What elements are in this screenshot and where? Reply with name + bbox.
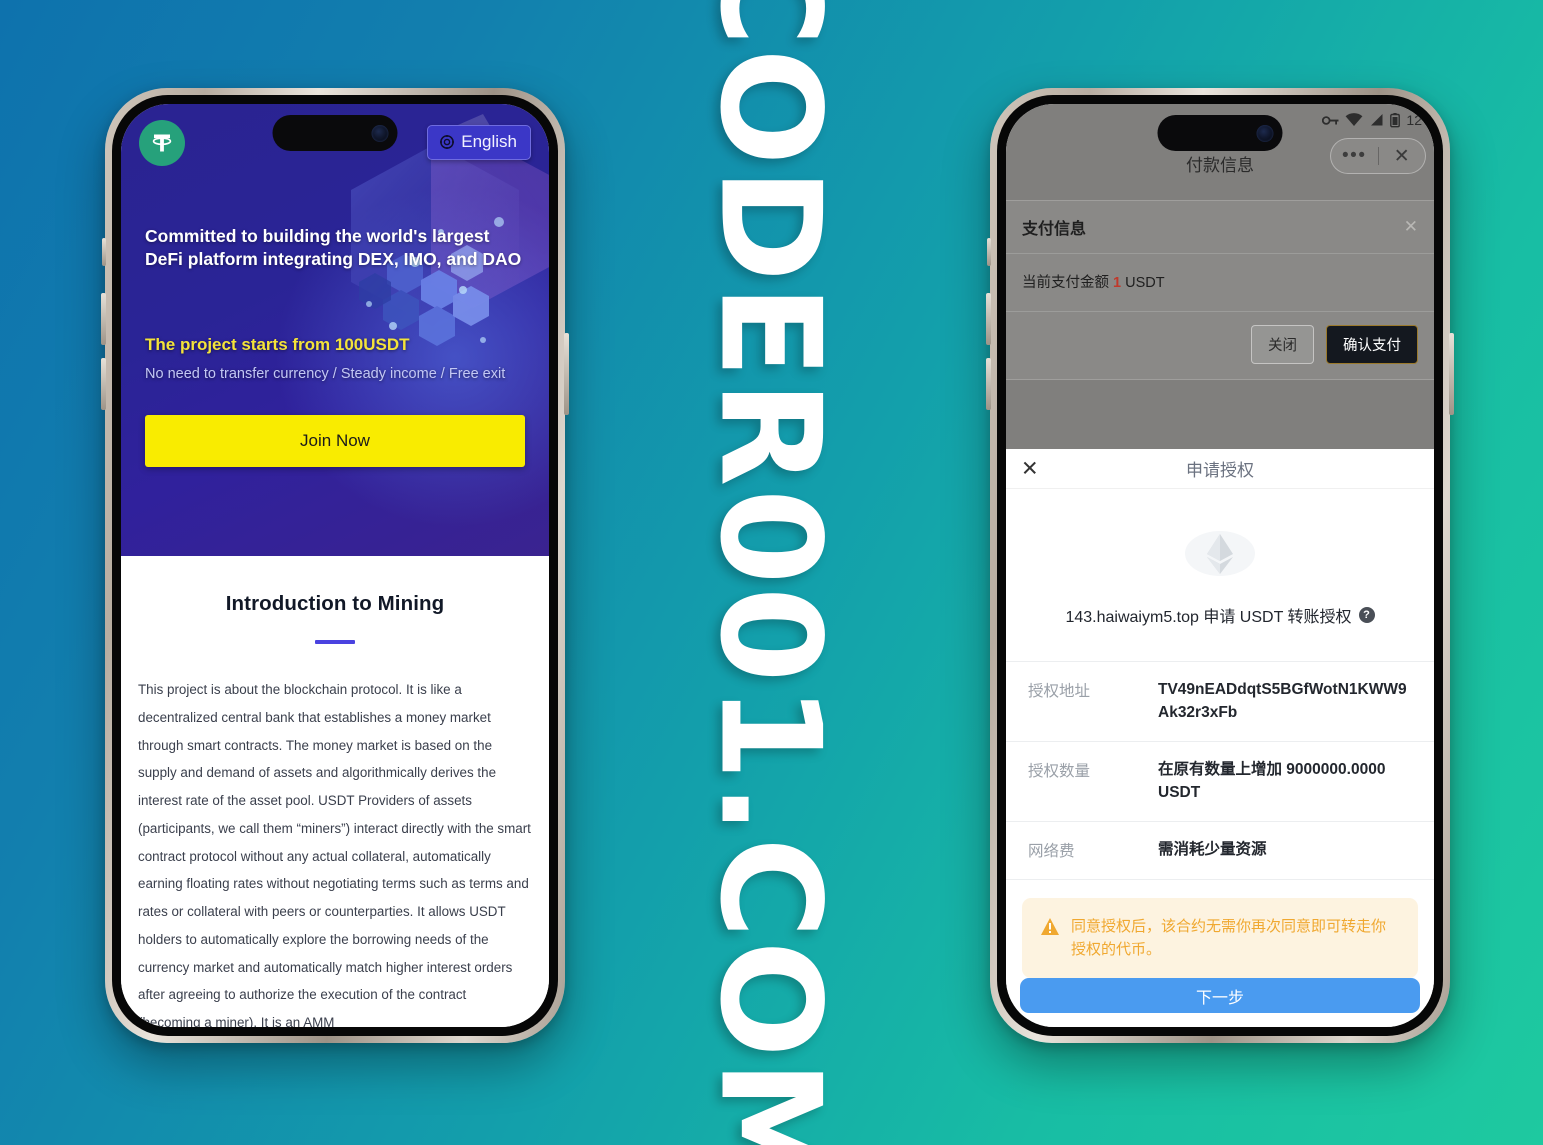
hero-subtitle: The project starts from 100USDT <box>145 335 410 355</box>
phone-right-bezel: 12 付款信息 ••• ✕ 支付信息 ✕ 当前支付金额 1 USDT 关闭 确认… <box>997 95 1443 1036</box>
phone-left-power-button[interactable] <box>564 333 569 415</box>
phone-right-volume-up[interactable] <box>986 293 991 345</box>
front-camera-icon <box>1256 124 1274 142</box>
dynamic-island <box>272 115 398 151</box>
screenshot-stage: CODER001.COM English Committed to buildi… <box>0 0 1543 1145</box>
payment-dialog-header: 支付信息 ✕ <box>1006 201 1434 254</box>
table-row: 授权地址 TV49nEADdqtS5BGfWotN1KWW9Ak32r3xFb <box>1006 661 1434 741</box>
authorization-close-icon[interactable]: ✕ <box>1021 458 1039 479</box>
row-value: TV49nEADdqtS5BGfWotN1KWW9Ak32r3xFb <box>1158 681 1407 721</box>
payment-dialog-close-icon[interactable]: ✕ <box>1404 217 1418 237</box>
next-step-button[interactable]: 下一步 <box>1020 978 1420 1014</box>
authorization-description: 143.haiwaiym5.top 申请 USDT 转账授权 <box>1065 609 1352 627</box>
intro-body-text: This project is about the blockchain pro… <box>138 682 531 1027</box>
authorization-sheet: ✕ 申请授权 143.haiwaiym5.top 申请 USDT 转账授权 ? … <box>1006 449 1434 1027</box>
authorization-detail-rows: 授权地址 TV49nEADdqtS5BGfWotN1KWW9Ak32r3xFb … <box>1006 661 1434 880</box>
payment-dialog-actions: 关闭 确认支付 <box>1006 312 1434 379</box>
phone-right-power-button[interactable] <box>1449 333 1454 415</box>
intro-title: Introduction to Mining <box>225 592 445 615</box>
row-key: 授权数量 <box>1028 763 1091 781</box>
phone-left-volume-up[interactable] <box>101 293 106 345</box>
payment-cancel-button[interactable]: 关闭 <box>1251 325 1314 364</box>
phone-right-volume-down[interactable] <box>986 358 991 410</box>
phone-right-screen: 12 付款信息 ••• ✕ 支付信息 ✕ 当前支付金额 1 USDT 关闭 确认… <box>1006 104 1434 1027</box>
status-bar-clock: 12 <box>1406 112 1422 128</box>
dynamic-island <box>1157 115 1283 151</box>
wifi-icon <box>1346 113 1363 126</box>
authorization-description-row: 143.haiwaiym5.top 申请 USDT 转账授权 ? <box>1018 603 1422 627</box>
hero-subtext: No need to transfer currency / Steady in… <box>145 366 506 383</box>
payment-confirm-button[interactable]: 确认支付 <box>1326 325 1418 364</box>
payment-amount-label: 当前支付金额 <box>1022 275 1109 291</box>
payment-dialog-body: 当前支付金额 1 USDT <box>1006 254 1434 312</box>
language-selector-button[interactable]: English <box>427 125 531 160</box>
phone-left-screen: English Committed to building the world'… <box>121 104 549 1027</box>
phone-right: 12 付款信息 ••• ✕ 支付信息 ✕ 当前支付金额 1 USDT 关闭 确认… <box>986 88 1454 1043</box>
table-row: 网络费 需消耗少量资源 <box>1006 821 1434 880</box>
tether-logo-icon <box>139 119 185 166</box>
intro-divider <box>315 640 355 644</box>
authorization-warning: 同意授权后，该合约无需你再次同意即可转走你授权的代币。 <box>1022 897 1418 979</box>
globe-gear-icon <box>440 135 455 149</box>
help-circle-icon[interactable]: ? <box>1358 607 1375 624</box>
warning-triangle-icon <box>1041 917 1059 935</box>
front-camera-icon <box>371 124 389 142</box>
join-now-button[interactable]: Join Now <box>145 414 525 467</box>
row-key: 授权地址 <box>1028 683 1091 701</box>
payment-info-dialog: 支付信息 ✕ 当前支付金额 1 USDT 关闭 确认支付 <box>1006 200 1434 380</box>
battery-icon <box>1390 112 1401 127</box>
close-icon[interactable]: ✕ <box>1379 145 1426 168</box>
watermark-text: CODER001.COM <box>689 0 851 1145</box>
browser-capsule-controls: ••• ✕ <box>1330 138 1426 174</box>
phone-right-mute-switch[interactable] <box>987 238 991 266</box>
more-dots-icon[interactable]: ••• <box>1331 146 1378 165</box>
payment-amount-unit: USDT <box>1125 275 1165 291</box>
phone-left-bezel: English Committed to building the world'… <box>112 95 558 1036</box>
authorization-title: 申请授权 <box>1186 461 1254 481</box>
table-row: 授权数量 在原有数量上增加 9000000.0000 USDT <box>1006 741 1434 821</box>
phone-left-volume-down[interactable] <box>101 358 106 410</box>
phone-left: English Committed to building the world'… <box>101 88 569 1043</box>
payment-dialog-title: 支付信息 <box>1022 221 1087 238</box>
row-key: 网络费 <box>1028 843 1075 861</box>
authorization-header: ✕ 申请授权 <box>1006 449 1434 490</box>
hero-headline: Committed to building the world's larges… <box>145 226 522 270</box>
appbar-title: 付款信息 <box>1186 155 1254 175</box>
ethereum-icon <box>1185 531 1255 577</box>
vpn-key-icon <box>1322 115 1339 125</box>
intro-section: Introduction to Mining This project is a… <box>121 556 549 1027</box>
authorization-warning-text: 同意授权后，该合约无需你再次同意即可转走你授权的代币。 <box>1071 917 1387 958</box>
hero-section: English Committed to building the world'… <box>121 104 549 556</box>
row-value: 需消耗少量资源 <box>1158 841 1267 859</box>
payment-amount-value: 1 <box>1113 275 1122 291</box>
phone-left-mute-switch[interactable] <box>102 238 106 266</box>
language-label: English <box>461 132 517 151</box>
row-value: 在原有数量上增加 9000000.0000 USDT <box>1158 761 1386 801</box>
signal-icon <box>1371 114 1383 126</box>
